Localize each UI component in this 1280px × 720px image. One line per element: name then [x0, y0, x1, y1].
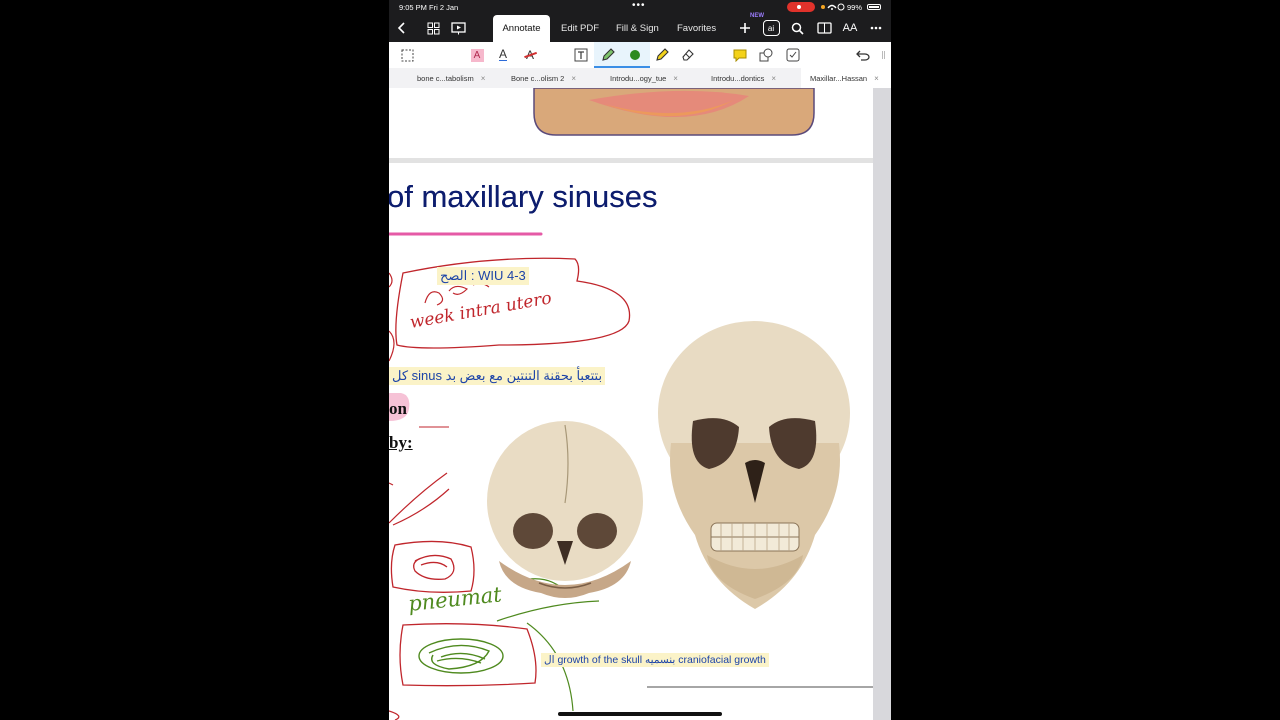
lasso-select-icon[interactable]	[399, 47, 415, 63]
screen-recording-indicator[interactable]	[787, 2, 815, 12]
present-mode-icon[interactable]	[449, 19, 467, 37]
ai-assistant-icon[interactable]: ai	[762, 19, 780, 37]
close-tab-icon[interactable]: ×	[771, 74, 776, 83]
scroll-gutter[interactable]	[873, 88, 891, 720]
tab-edit-pdf[interactable]: Edit PDF	[561, 15, 599, 42]
ai-label: ai	[762, 20, 780, 36]
doc-tab-label: Bone c...olism 2	[511, 73, 565, 83]
eraser-icon[interactable]	[680, 47, 696, 63]
red-ink-box	[390, 540, 475, 593]
back-chevron-icon[interactable]	[393, 19, 411, 37]
doc-tab-1[interactable]: bone c...tabolism ×	[417, 68, 485, 88]
battery-icon	[867, 4, 881, 10]
tab-favorites[interactable]: Favorites	[677, 15, 716, 42]
pen-color-green-icon[interactable]	[627, 47, 643, 63]
doc-tab-label: Introdu...ogy_tue	[610, 73, 667, 83]
document-tabs: bone c...tabolism × Bone c...olism 2 × Int…	[389, 68, 891, 89]
adult-skull-illustration	[658, 321, 850, 609]
stamp-sticker-icon[interactable]	[785, 47, 801, 63]
pdf-page-current: of maxillary sinuses week intra utero pn…	[389, 163, 873, 720]
toolbar-drag-handle[interactable]	[882, 51, 885, 59]
multitasking-dots[interactable]: •••	[632, 0, 646, 11]
status-time-date: 9:05 PM Fri 2 Jan	[399, 3, 459, 12]
annotation-layer: week intra utero pneumat	[389, 232, 873, 720]
close-tab-icon[interactable]: ×	[571, 74, 576, 83]
green-ink-scribble	[428, 644, 490, 670]
highlight-text-icon[interactable]: A	[469, 47, 485, 63]
strikethrough-text-icon[interactable]: A	[522, 47, 538, 63]
highlighted-note-craniofacial: ال growth of the skull بنسميه craniofaci…	[541, 653, 769, 667]
doc-tab-5-active[interactable]: Maxillar...Hassan ×	[801, 68, 891, 88]
handwriting-week-intra-utero: week intra utero	[408, 288, 553, 333]
wifi-icon	[820, 2, 846, 14]
highlighted-note-sinus: كل sinus بتتعبأ بحقنة التنتين مع بعض بد	[389, 367, 606, 385]
mouth-illustration	[533, 87, 815, 136]
battery-percent: 99%	[847, 3, 863, 12]
doc-tab-label: Introdu...dontics	[711, 73, 765, 83]
red-ink-scribble	[413, 554, 455, 580]
annotation-toolbar: A A A	[389, 42, 891, 68]
doc-tab-label: bone c...tabolism	[417, 73, 474, 83]
text-box-icon[interactable]	[573, 47, 589, 63]
grid-view-icon[interactable]	[424, 19, 442, 37]
slide-text-by: by:	[389, 433, 413, 452]
red-ink-strokes	[389, 472, 450, 526]
reading-mode-icon[interactable]	[815, 19, 833, 37]
slide-text-on: on	[389, 399, 407, 418]
red-ink-stroke	[389, 272, 393, 288]
red-ink-stroke	[389, 710, 400, 720]
highlighter-icon[interactable]	[654, 47, 670, 63]
top-toolbar: 9:05 PM Fri 2 Jan ••• 99% Annotate Edit …	[389, 0, 891, 42]
shapes-icon[interactable]	[758, 47, 774, 63]
comment-note-icon[interactable]	[732, 47, 748, 63]
handwriting-pneumat: pneumat	[407, 582, 503, 616]
pen-icon[interactable]	[600, 47, 616, 63]
tab-fill-sign[interactable]: Fill & Sign	[616, 15, 659, 42]
more-options-icon[interactable]	[867, 19, 885, 37]
ipad-screen: 9:05 PM Fri 2 Jan ••• 99% Annotate Edit …	[389, 0, 891, 720]
underline-text-icon[interactable]: A	[495, 47, 511, 63]
red-ink-stroke	[389, 330, 395, 362]
search-icon[interactable]	[788, 19, 806, 37]
text-size-icon[interactable]: AA	[841, 19, 859, 37]
green-ink-stroke	[526, 622, 574, 712]
undo-icon[interactable]	[855, 47, 871, 63]
highlighted-note-wiu: الصح : WIU 4-3	[437, 267, 529, 285]
pdf-page-previous	[389, 87, 873, 158]
doc-tab-label: Maxillar...Hassan	[810, 73, 868, 83]
doc-tab-2[interactable]: Bone c...olism 2 ×	[511, 68, 576, 88]
close-tab-icon[interactable]: ×	[874, 74, 879, 83]
add-icon[interactable]	[736, 19, 754, 37]
doc-tab-4[interactable]: Introdu...dontics ×	[711, 68, 776, 88]
home-indicator[interactable]	[558, 712, 722, 716]
doc-tab-3[interactable]: Introdu...ogy_tue ×	[610, 68, 678, 88]
close-tab-icon[interactable]: ×	[673, 74, 678, 83]
tab-annotate[interactable]: Annotate	[493, 15, 550, 42]
close-tab-icon[interactable]: ×	[481, 74, 486, 83]
fetal-skull-illustration	[487, 421, 643, 598]
